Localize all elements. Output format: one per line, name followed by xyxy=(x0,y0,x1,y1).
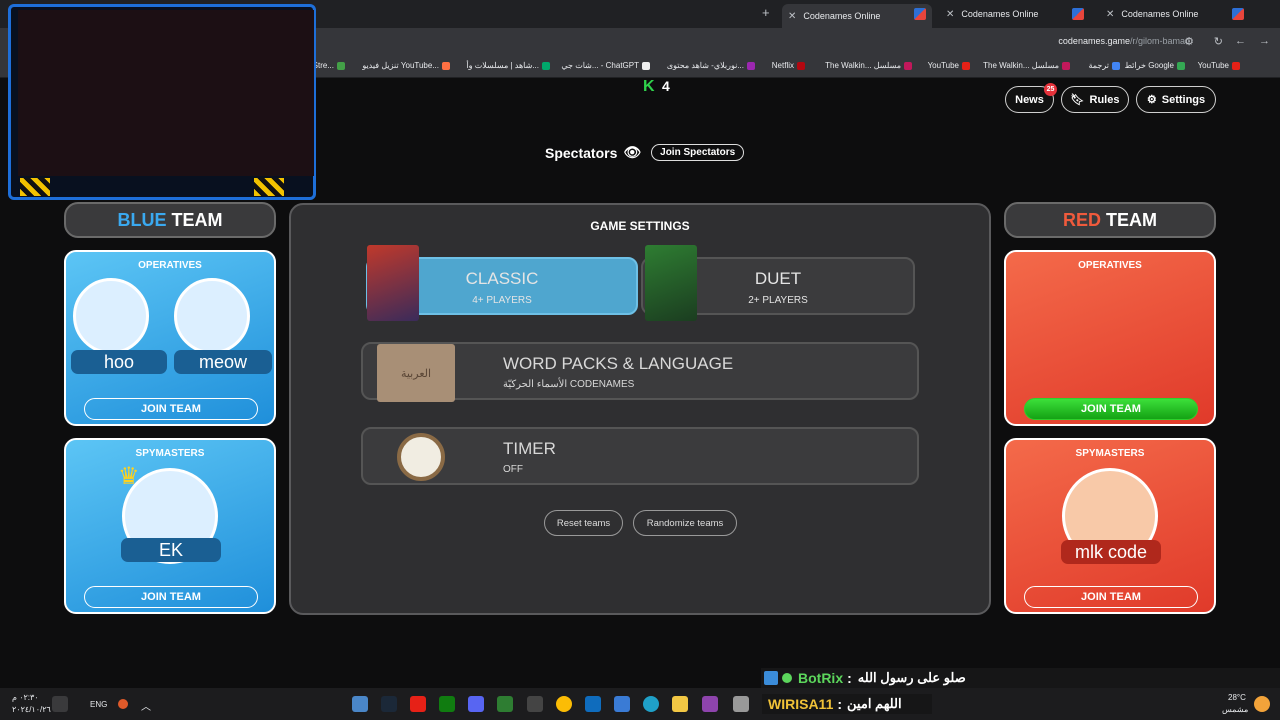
blue-operatives-panel: OPERATIVES hoo meow JOIN TEAM xyxy=(64,250,276,426)
bookmark-shahid[interactable]: شاهد | مسلسلات وأ... xyxy=(466,61,550,70)
forward-icon[interactable]: → xyxy=(1259,35,1270,47)
youtube-icon[interactable] xyxy=(410,696,426,712)
xbox-icon[interactable] xyxy=(439,696,455,712)
blue-spymasters-join-button[interactable]: JOIN TEAM xyxy=(84,586,258,608)
weather-desc: مشمس xyxy=(1222,705,1249,714)
bookmark-google-maps[interactable]: خرائط Google xyxy=(1125,61,1185,70)
tune-icon[interactable]: ⚙ xyxy=(1184,35,1194,48)
codenames-favicon-icon xyxy=(1232,8,1244,20)
timer-row[interactable]: TIMER OFF xyxy=(361,427,919,485)
blue-spymasters-panel: SPYMASTERS ♛ EK JOIN TEAM xyxy=(64,438,276,614)
news-badge: 25 xyxy=(1044,83,1057,96)
bookmark-stream[interactable]: Stre... xyxy=(313,61,345,70)
chat-message: BotRix : صلو على رسول الله xyxy=(761,668,1280,688)
reload-icon[interactable]: ↻ xyxy=(1214,35,1223,48)
windows-taskbar: ٠٢:٣٠ م ٢٠٢٤/١٠/٢٦ ENG ︿ 28°C مشمس xyxy=(0,688,1280,720)
verified-icon xyxy=(782,673,792,683)
play-icon[interactable] xyxy=(497,696,513,712)
weather-temp: 28°C xyxy=(1228,693,1246,702)
folder-icon[interactable] xyxy=(672,696,688,712)
close-tab-icon[interactable]: ✕ xyxy=(1106,9,1114,20)
blue-team-header: BLUE TEAM xyxy=(64,202,276,238)
weather-sun-icon[interactable] xyxy=(1254,696,1270,712)
bot-icon xyxy=(764,671,778,685)
chrome-icon[interactable] xyxy=(556,696,572,712)
taskbar-date: ٢٠٢٤/١٠/٢٦ xyxy=(12,705,51,714)
bookmark-walking-dead-2[interactable]: The Walkin... مسلسل xyxy=(825,61,912,70)
app-icon[interactable] xyxy=(352,696,368,712)
codenames-favicon-icon xyxy=(914,8,926,20)
k-logo-icon: K xyxy=(643,78,655,95)
close-tab-icon[interactable]: ✕ xyxy=(946,9,954,20)
steam-icon[interactable] xyxy=(381,696,397,712)
url-field[interactable]: codenames.game/r/gilom-bamad xyxy=(1058,36,1190,46)
stopwatch-icon xyxy=(397,433,445,481)
k-counter: 4 xyxy=(662,78,670,94)
browser-tab-1[interactable]: ✕ Codenames Online xyxy=(782,4,932,28)
spectators-section: Spectators 👁︎ Join Spectators xyxy=(545,144,745,161)
bookmark-icon: 🔖︎ xyxy=(1070,94,1085,106)
bookmark-translate[interactable]: ترجمة xyxy=(1089,61,1120,70)
game-settings-panel: GAME SETTINGS CLASSIC 4+ PLAYERS DUET 2+… xyxy=(289,203,991,615)
app-icon[interactable] xyxy=(702,696,718,712)
settings-button[interactable]: ⚙ Settings xyxy=(1136,86,1216,113)
language-indicator[interactable]: ENG xyxy=(90,700,107,709)
close-tab-icon[interactable]: ✕ xyxy=(788,11,796,22)
classic-box-image xyxy=(367,245,419,321)
discord-icon[interactable] xyxy=(468,696,484,712)
edge-icon[interactable] xyxy=(643,696,659,712)
red-team-header: RED TEAM xyxy=(1004,202,1216,238)
chat-message: WIRISA11 : اللهم امين xyxy=(762,694,932,714)
duet-box-image xyxy=(645,245,697,321)
reset-teams-button[interactable]: Reset teams xyxy=(544,510,623,536)
red-spymasters-join-button[interactable]: JOIN TEAM xyxy=(1024,586,1198,608)
chevron-up-icon[interactable]: ︿ xyxy=(141,698,151,713)
mail-icon[interactable] xyxy=(585,696,601,712)
red-spymasters-panel: SPYMASTERS mlk code JOIN TEAM xyxy=(1004,438,1216,614)
eye-icon: 👁︎ xyxy=(623,144,642,160)
player-name: EK xyxy=(121,538,221,562)
red-operatives-panel: OPERATIVES JOIN TEAM xyxy=(1004,250,1216,426)
new-tab-button[interactable]: + xyxy=(762,5,770,20)
bookmark-walking-dead-1[interactable]: The Walkin... مسلسل xyxy=(983,61,1070,70)
rules-button[interactable]: 🔖︎ Rules xyxy=(1061,86,1129,113)
mic-icon[interactable] xyxy=(118,699,128,709)
speaker-icon[interactable] xyxy=(52,696,68,712)
stream-webcam-feed xyxy=(18,10,314,176)
app-icon[interactable] xyxy=(733,696,749,712)
join-spectators-button[interactable]: Join Spectators xyxy=(651,144,745,161)
randomize-teams-button[interactable]: Randomize teams xyxy=(633,510,737,536)
avatar xyxy=(174,278,250,354)
bookmark-video-download[interactable]: تنزيل فيديو YouTube... xyxy=(362,61,450,70)
hazard-stripe-left xyxy=(20,178,50,196)
word-packs-row[interactable]: العربية WORD PACKS & LANGUAGE الأسماء ال… xyxy=(361,342,919,402)
player-name: meow xyxy=(174,350,272,374)
browser-tab-3[interactable]: ✕ Codenames Online xyxy=(1100,4,1250,24)
back-icon[interactable]: ← xyxy=(1235,35,1246,47)
red-operatives-join-button[interactable]: JOIN TEAM xyxy=(1024,398,1198,420)
news-button[interactable]: News 25 xyxy=(1005,83,1057,113)
bookmark-netflix[interactable]: Netflix xyxy=(772,61,805,70)
store-icon[interactable] xyxy=(614,696,630,712)
game-settings-title: GAME SETTINGS xyxy=(590,219,690,233)
hazard-stripe-right xyxy=(254,178,284,196)
player-name: hoo xyxy=(71,350,167,374)
bookmark-youtube-1[interactable]: YouTube xyxy=(1198,61,1240,70)
player-name: mlk code xyxy=(1061,540,1161,564)
blue-operatives-join-button[interactable]: JOIN TEAM xyxy=(84,398,258,420)
gear-icon: ⚙ xyxy=(1146,94,1157,106)
bookmark-norblay[interactable]: نوربلاي- شاهد محتوى... xyxy=(667,61,755,70)
bookmark-youtube-2[interactable]: YouTube xyxy=(928,61,970,70)
word-pack-box: العربية xyxy=(377,344,455,402)
bookmark-chatgpt[interactable]: شات جي... - ChatGPT xyxy=(561,61,650,70)
codenames-favicon-icon xyxy=(1072,8,1084,20)
obs-icon[interactable] xyxy=(527,696,543,712)
avatar xyxy=(73,278,149,354)
browser-tab-2[interactable]: ✕ Codenames Online xyxy=(940,4,1090,24)
taskbar-time: ٠٢:٣٠ م xyxy=(12,693,39,702)
